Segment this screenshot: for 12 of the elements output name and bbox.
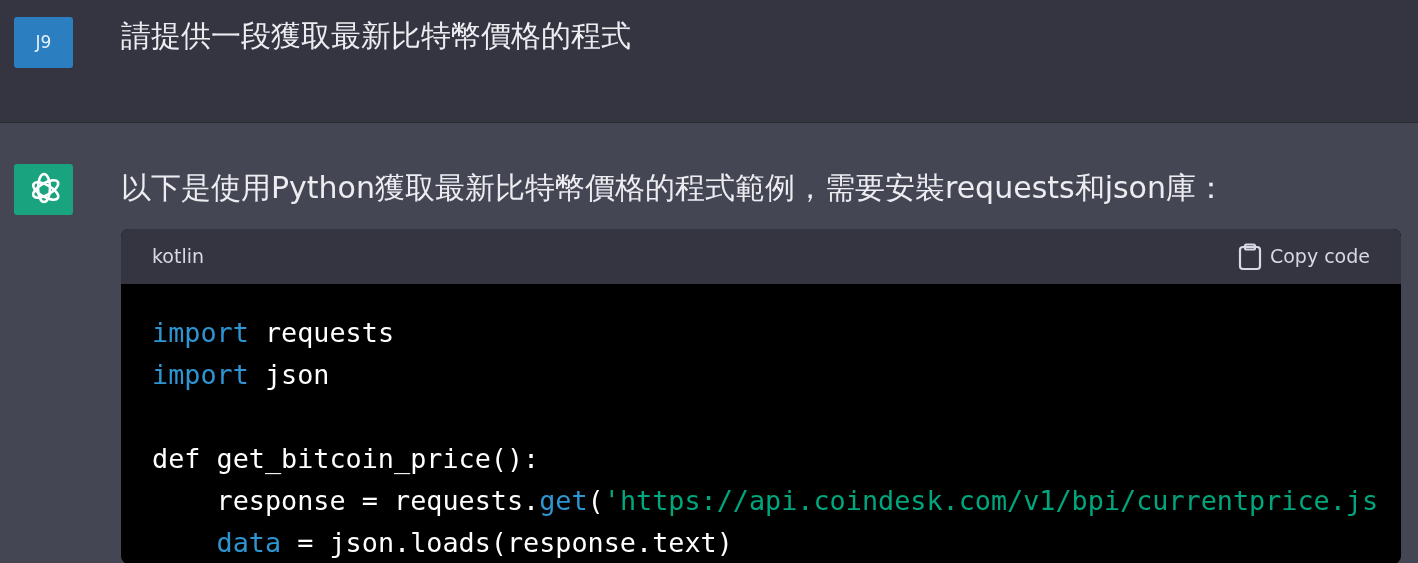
code-line: import json — [152, 358, 330, 392]
assistant-avatar — [14, 164, 73, 215]
copy-code-button[interactable]: Copy code — [1237, 242, 1370, 271]
code-line: import requests — [152, 316, 394, 350]
language-label: kotlin — [152, 244, 204, 270]
clipboard-icon — [1237, 242, 1262, 271]
code-line: response = requests.get('https://api.coindesk.com/v1/bpi/currentprice.js — [216, 484, 1379, 518]
code-line: data = json.loads(response.text) — [216, 526, 733, 560]
message-text: 以下是使用Python獲取最新比特幣價格的程式範例，需要安裝requests和json庫： — [121, 169, 1227, 207]
code-line: def get_bitcoin_price(): — [152, 442, 540, 476]
message-text: 請提供一段獲取最新比特幣價格的程式 — [121, 17, 632, 55]
user-avatar: J9 — [14, 17, 73, 68]
